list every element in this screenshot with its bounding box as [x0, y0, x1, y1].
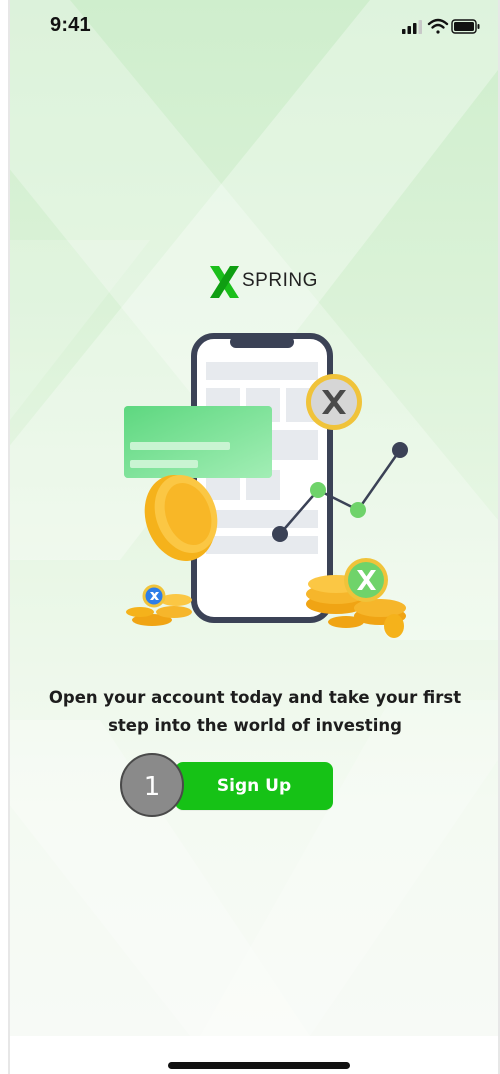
cellular-signal-icon	[402, 20, 422, 34]
phone-investing-illustration	[124, 333, 408, 638]
onboarding-headline: Open your account today and take your fi…	[26, 684, 484, 740]
xspring-logo-x-icon	[210, 266, 239, 298]
phone-frame: SPRING Open your account today and take …	[0, 0, 500, 1074]
logo-text: SPRING	[242, 270, 318, 291]
step-annotation-badge: 1	[120, 753, 184, 817]
status-icons	[402, 18, 480, 34]
app-screen: SPRING Open your account today and take …	[10, 0, 498, 1036]
sign-up-button[interactable]: Sign Up	[175, 762, 333, 810]
battery-icon	[451, 19, 480, 34]
headline-line-2: step into the world of investing	[108, 716, 402, 735]
status-bar: 9:41	[10, 0, 498, 48]
wifi-icon	[427, 18, 449, 34]
headline-line-1: Open your account today and take your fi…	[48, 688, 462, 707]
status-time: 9:41	[50, 14, 91, 36]
home-indicator[interactable]	[168, 1062, 350, 1069]
xspring-logo: SPRING	[208, 262, 328, 302]
screen-border-left	[8, 0, 10, 1074]
